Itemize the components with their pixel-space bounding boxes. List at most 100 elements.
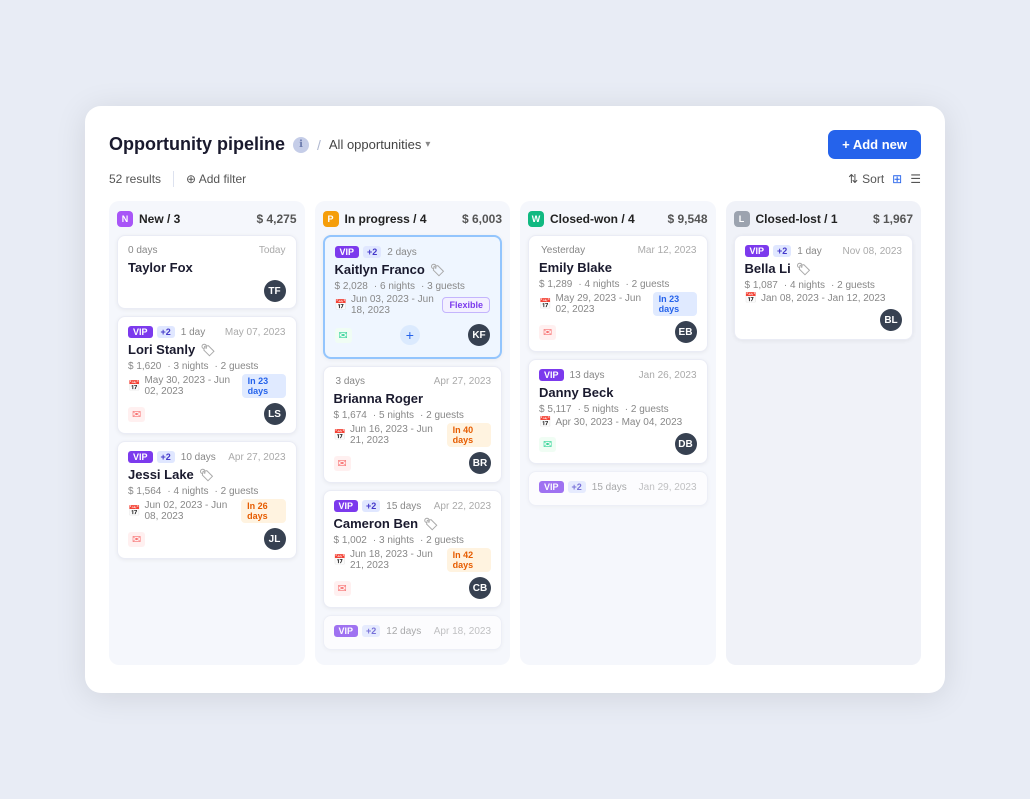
card-dates-row: 📅 Jan 08, 2023 - Jan 12, 2023 bbox=[745, 293, 903, 304]
card-taylor-fox[interactable]: 0 days Today Taylor Fox TF bbox=[117, 235, 297, 309]
plus-badge: +2 bbox=[568, 481, 586, 493]
avatar: DB bbox=[675, 433, 697, 455]
avatar: LS bbox=[264, 403, 286, 425]
days-badge: 2 days bbox=[387, 247, 416, 258]
card-dates-row: 📅 Apr 30, 2023 - May 04, 2023 bbox=[539, 417, 697, 428]
add-new-button[interactable]: + Add new bbox=[828, 130, 921, 159]
card-name: Cameron Ben 🏷 bbox=[334, 516, 492, 531]
sort-button[interactable]: ⇅ Sort bbox=[848, 172, 884, 186]
card-date: Jan 29, 2023 bbox=[639, 482, 697, 493]
list-view-button[interactable]: ☰ bbox=[910, 172, 921, 186]
add-filter-button[interactable]: ⊕ Add filter bbox=[186, 172, 246, 186]
card-top-row: VIP +2 15 days Apr 22, 2023 bbox=[334, 500, 492, 512]
card-name: Kaitlyn Franco 🏷 bbox=[335, 262, 491, 277]
guests: · 3 guests bbox=[421, 281, 465, 292]
info-icon[interactable]: ℹ bbox=[293, 137, 309, 153]
card-date: Nov 08, 2023 bbox=[843, 246, 903, 257]
card-kaitlyn-franco[interactable]: VIP +2 2 days Kaitlyn Franco 🏷 $ 2,028 ·… bbox=[323, 235, 503, 359]
avatar-row: TF bbox=[128, 280, 286, 302]
days-badge: 12 days bbox=[386, 626, 421, 637]
col-header-in-progress: P In progress / 4 $ 6,003 bbox=[323, 211, 503, 227]
calendar-icon: 📅 bbox=[539, 299, 551, 310]
header-left: Opportunity pipeline ℹ / All opportuniti… bbox=[109, 134, 430, 155]
card-details: $ 1,620 · 3 nights · 2 guests bbox=[128, 361, 286, 372]
card-dates-row: 📅 Jun 03, 2023 - Jun 18, 2023 Flexible bbox=[335, 294, 491, 316]
card-jessi-lake[interactable]: VIP +2 10 days Apr 27, 2023 Jessi Lake 🏷… bbox=[117, 441, 297, 559]
column-closed-won: W Closed-won / 4 $ 9,548 Yesterday Mar 1… bbox=[520, 201, 716, 665]
calendar-icon: 📅 bbox=[745, 293, 757, 304]
plus-badge: +2 bbox=[362, 500, 380, 512]
main-card: Opportunity pipeline ℹ / All opportuniti… bbox=[85, 106, 945, 693]
amount: $ 1,674 bbox=[334, 410, 367, 421]
card-details: $ 5,117 · 5 nights · 2 guests bbox=[539, 404, 697, 415]
card-partial-in-progress[interactable]: VIP +2 12 days Apr 18, 2023 bbox=[323, 615, 503, 650]
days-badge: 1 day bbox=[181, 327, 205, 338]
calendar-icon: 📅 bbox=[334, 555, 346, 566]
card-partial-closed-won[interactable]: VIP +2 15 days Jan 29, 2023 bbox=[528, 471, 708, 506]
vip-badge: VIP bbox=[128, 326, 153, 338]
card-name: Taylor Fox bbox=[128, 260, 286, 275]
card-emily-blake[interactable]: Yesterday Mar 12, 2023 Emily Blake $ 1,2… bbox=[528, 235, 708, 352]
date-range: Apr 30, 2023 - May 04, 2023 bbox=[555, 417, 682, 428]
email-icon: ✉ bbox=[335, 328, 352, 343]
col-header-closed-lost: L Closed-lost / 1 $ 1,967 bbox=[734, 211, 914, 227]
card-dates-row: 📅 May 29, 2023 - Jun 02, 2023 In 23 days bbox=[539, 292, 697, 316]
date-range: Jun 03, 2023 - Jun 18, 2023 bbox=[351, 294, 439, 316]
card-brianna-roger[interactable]: 3 days Apr 27, 2023 Brianna Roger $ 1,67… bbox=[323, 366, 503, 483]
status-pill: In 23 days bbox=[242, 374, 286, 398]
card-name: Jessi Lake 🏷 bbox=[128, 467, 286, 482]
avatar-row: ✉ BR bbox=[334, 452, 492, 474]
nights: · 5 nights bbox=[373, 410, 414, 421]
plus-badge: +2 bbox=[157, 326, 175, 338]
card-dates-row: 📅 May 30, 2023 - Jun 02, 2023 In 23 days bbox=[128, 374, 286, 398]
card-date: Mar 12, 2023 bbox=[638, 245, 697, 256]
nights: · 6 nights bbox=[374, 281, 415, 292]
vertical-divider bbox=[173, 171, 174, 187]
card-lori-stanly[interactable]: VIP +2 1 day May 07, 2023 Lori Stanly 🏷 … bbox=[117, 316, 297, 434]
card-top-row: VIP +2 10 days Apr 27, 2023 bbox=[128, 451, 286, 463]
amount: $ 1,620 bbox=[128, 361, 161, 372]
card-date: Apr 18, 2023 bbox=[434, 626, 491, 637]
date-range: Jan 08, 2023 - Jan 12, 2023 bbox=[761, 293, 886, 304]
amount: $ 1,002 bbox=[334, 535, 367, 546]
new-status-dot: N bbox=[117, 211, 133, 227]
calendar-icon: 📅 bbox=[334, 430, 346, 441]
col-title-closed-won: Closed-won / 4 bbox=[550, 212, 635, 226]
closed-won-status-dot: W bbox=[528, 211, 544, 227]
email-icon: ✉ bbox=[128, 532, 145, 547]
avatar-row: ✉ + KF bbox=[335, 321, 491, 349]
days-badge: 15 days bbox=[386, 501, 421, 512]
email-icon: ✉ bbox=[334, 456, 351, 471]
avatar-row: ✉ LS bbox=[128, 403, 286, 425]
card-top-row: VIP +2 1 day Nov 08, 2023 bbox=[745, 245, 903, 257]
nights: · 3 nights bbox=[373, 535, 414, 546]
plus-badge: +2 bbox=[157, 451, 175, 463]
guests: · 2 guests bbox=[215, 361, 259, 372]
amount: $ 1,087 bbox=[745, 280, 778, 291]
kanban-board: N New / 3 $ 4,275 0 days Today Taylor Fo… bbox=[109, 201, 921, 665]
breadcrumb-sep: / bbox=[317, 137, 321, 153]
column-new: N New / 3 $ 4,275 0 days Today Taylor Fo… bbox=[109, 201, 305, 665]
card-bella-li[interactable]: VIP +2 1 day Nov 08, 2023 Bella Li 🏷 $ 1… bbox=[734, 235, 914, 340]
days-badge: 15 days bbox=[592, 482, 627, 493]
info-icon: 🏷 bbox=[430, 263, 445, 277]
list-icon: ☰ bbox=[910, 172, 921, 186]
col-amount-closed-won: $ 9,548 bbox=[667, 212, 707, 226]
card-danny-beck[interactable]: VIP 13 days Jan 26, 2023 Danny Beck $ 5,… bbox=[528, 359, 708, 464]
all-opportunities-button[interactable]: All opportunities ▾ bbox=[329, 137, 431, 152]
card-details: $ 1,674 · 5 nights · 2 guests bbox=[334, 410, 492, 421]
avatar: CB bbox=[469, 577, 491, 599]
status-pill: In 23 days bbox=[653, 292, 697, 316]
vip-badge: VIP bbox=[334, 625, 359, 637]
grid-icon: ⊞ bbox=[892, 172, 902, 186]
card-dates-row: 📅 Jun 02, 2023 - Jun 08, 2023 In 26 days bbox=[128, 499, 286, 523]
closed-lost-status-dot: L bbox=[734, 211, 750, 227]
card-cameron-ben[interactable]: VIP +2 15 days Apr 22, 2023 Cameron Ben … bbox=[323, 490, 503, 608]
vip-badge: VIP bbox=[539, 369, 564, 381]
calendar-icon: 📅 bbox=[539, 417, 551, 428]
card-date: Apr 27, 2023 bbox=[228, 452, 285, 463]
grid-view-button[interactable]: ⊞ bbox=[892, 172, 902, 186]
card-date: Today bbox=[259, 245, 286, 256]
plus-action-button[interactable]: + bbox=[400, 325, 420, 345]
card-top-row: VIP +2 15 days Jan 29, 2023 bbox=[539, 481, 697, 493]
